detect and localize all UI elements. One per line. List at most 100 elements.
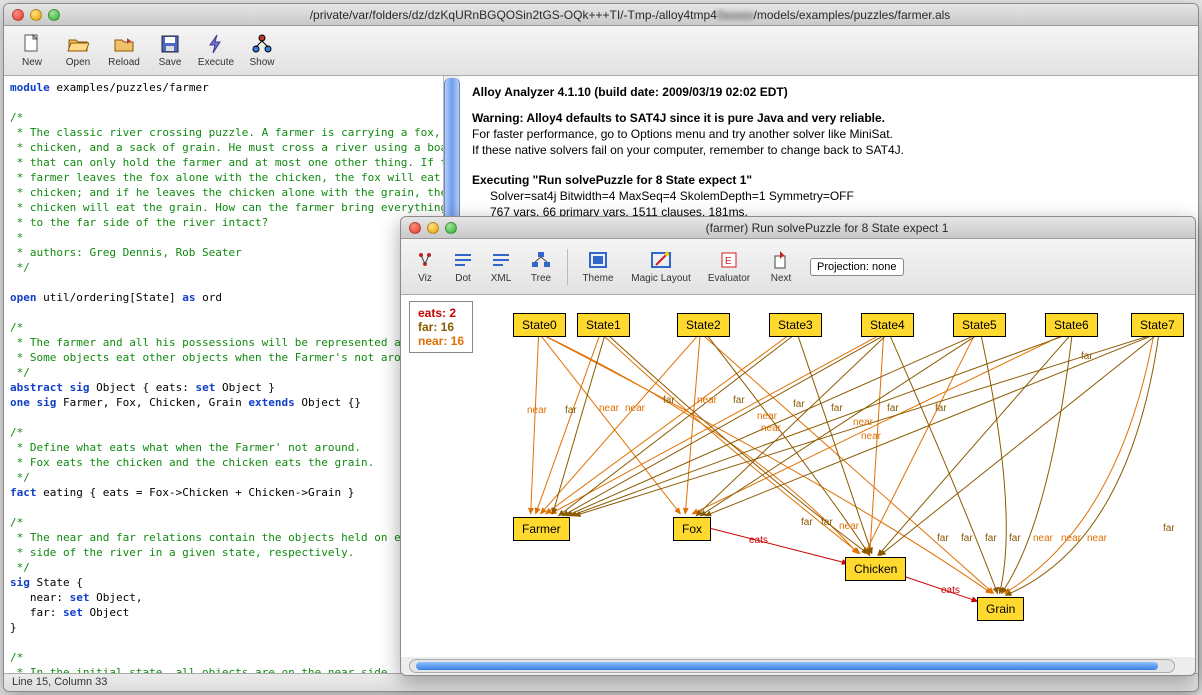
toolbar-label: Evaluator	[708, 273, 750, 284]
edge-label: near	[1033, 533, 1053, 544]
dot-button[interactable]: Dot	[445, 244, 481, 290]
edge-label: far	[1009, 533, 1021, 544]
node-chicken[interactable]: Chicken	[845, 557, 906, 581]
log-header: Alloy Analyzer 4.1.10 (build date: 2009/…	[472, 85, 788, 99]
node-grain[interactable]: Grain	[977, 597, 1024, 621]
toolbar-label: Magic Layout	[631, 273, 690, 284]
evaluator-icon: E	[716, 249, 742, 271]
zoom-icon[interactable]	[445, 222, 457, 234]
main-titlebar[interactable]: /private/var/folders/dz/dzKqURnBGQOSin2t…	[4, 4, 1198, 26]
edge-label: far	[1081, 351, 1093, 362]
edge-label: near	[697, 395, 717, 406]
edge-label: near	[761, 423, 781, 434]
next-button[interactable]: Next	[760, 244, 802, 290]
theme-button[interactable]: Theme	[574, 244, 622, 290]
toolbar-label: Open	[66, 57, 90, 68]
edge-label: near	[853, 417, 873, 428]
viz-icon	[412, 249, 438, 271]
toolbar-label: XML	[491, 273, 512, 284]
close-icon[interactable]	[12, 9, 24, 21]
node-state6[interactable]: State6	[1045, 313, 1098, 337]
edge-label: far	[821, 517, 833, 528]
toolbar-label: Theme	[582, 273, 613, 284]
viz-button[interactable]: Viz	[407, 244, 443, 290]
edge-label: near	[625, 403, 645, 414]
graph-canvas[interactable]: eats: 2 far: 16 near: 16	[401, 295, 1195, 657]
toolbar-label: Dot	[455, 273, 471, 284]
minimize-icon[interactable]	[30, 9, 42, 21]
log-warning-label: Warning:	[472, 111, 524, 125]
log-line: If these native solvers fail on your com…	[472, 142, 1186, 158]
reload-icon	[111, 33, 137, 55]
viz-toolbar: Viz Dot XML Tree Theme Magic Layout E Ev…	[401, 239, 1195, 295]
edge-label: far	[733, 395, 745, 406]
svg-text:E: E	[725, 256, 732, 267]
node-state1[interactable]: State1	[577, 313, 630, 337]
legend-eats: eats: 2	[418, 306, 464, 320]
node-fox[interactable]: Fox	[673, 517, 711, 541]
minimize-icon[interactable]	[427, 222, 439, 234]
legend-near: near: 16	[418, 334, 464, 348]
node-state3[interactable]: State3	[769, 313, 822, 337]
text-lines-icon	[488, 249, 514, 271]
magic-layout-button[interactable]: Magic Layout	[624, 244, 698, 290]
toolbar-label: Tree	[531, 273, 551, 284]
node-state2[interactable]: State2	[677, 313, 730, 337]
legend-far: far: 16	[418, 320, 464, 334]
toolbar-label: Execute	[198, 57, 234, 68]
edge-label: near	[527, 405, 547, 416]
log-solver: Solver=sat4j Bitwidth=4 MaxSeq=4 SkolemD…	[472, 188, 1186, 204]
close-icon[interactable]	[409, 222, 421, 234]
horizontal-scrollbar[interactable]	[409, 659, 1175, 673]
node-farmer[interactable]: Farmer	[513, 517, 570, 541]
viz-titlebar[interactable]: (farmer) Run solvePuzzle for 8 State exp…	[401, 217, 1195, 239]
theme-icon	[585, 249, 611, 271]
edge-label: near	[1061, 533, 1081, 544]
reload-button[interactable]: Reload	[102, 28, 146, 74]
edge-label: near	[599, 403, 619, 414]
save-button[interactable]: Save	[148, 28, 192, 74]
new-button[interactable]: New	[10, 28, 54, 74]
relation-legend: eats: 2 far: 16 near: 16	[409, 301, 473, 353]
wand-icon	[648, 249, 674, 271]
edge-label: near	[861, 431, 881, 442]
evaluator-button[interactable]: E Evaluator	[700, 244, 758, 290]
log-warning-text: Alloy4 defaults to SAT4J since it is pur…	[524, 111, 885, 125]
toolbar-label: Save	[159, 57, 182, 68]
show-button[interactable]: Show	[240, 28, 284, 74]
folder-open-icon	[65, 33, 91, 55]
execute-button[interactable]: Execute	[194, 28, 238, 74]
edge-label: far	[831, 403, 843, 414]
zoom-icon[interactable]	[48, 9, 60, 21]
main-toolbar: New Open Reload Save Execute Show	[4, 26, 1198, 76]
viz-window-title: (farmer) Run solvePuzzle for 8 State exp…	[467, 221, 1187, 235]
toolbar-label: Viz	[418, 273, 432, 284]
edge-label: far	[985, 533, 997, 544]
scrollbar-thumb[interactable]	[416, 662, 1158, 670]
edge-label: far	[565, 405, 577, 416]
open-button[interactable]: Open	[56, 28, 100, 74]
lightning-icon	[203, 33, 229, 55]
node-state4[interactable]: State4	[861, 313, 914, 337]
floppy-icon	[157, 33, 183, 55]
edge-label: far	[1163, 523, 1175, 534]
visualizer-window: (farmer) Run solvePuzzle for 8 State exp…	[400, 216, 1196, 676]
toolbar-label: Show	[249, 57, 274, 68]
toolbar-label: Reload	[108, 57, 140, 68]
edge-label: eats	[749, 535, 768, 546]
toolbar-label: New	[22, 57, 42, 68]
projection-selector[interactable]: Projection: none	[810, 258, 904, 276]
edge-label: far	[663, 395, 675, 406]
node-state7[interactable]: State7	[1131, 313, 1184, 337]
log-exec-label: Executing "Run solvePuzzle for 8 State e…	[472, 173, 752, 187]
cursor-position: Line 15, Column 33	[12, 676, 107, 688]
main-window-title: /private/var/folders/dz/dzKqURnBGQOSin2t…	[70, 8, 1190, 22]
xml-button[interactable]: XML	[483, 244, 519, 290]
edge-label: far	[937, 533, 949, 544]
tree-icon	[528, 249, 554, 271]
node-state5[interactable]: State5	[953, 313, 1006, 337]
code-editor[interactable]: module examples/puzzles/farmer /* * The …	[4, 76, 444, 673]
text-lines-icon	[450, 249, 476, 271]
node-state0[interactable]: State0	[513, 313, 566, 337]
tree-button[interactable]: Tree	[521, 244, 561, 290]
